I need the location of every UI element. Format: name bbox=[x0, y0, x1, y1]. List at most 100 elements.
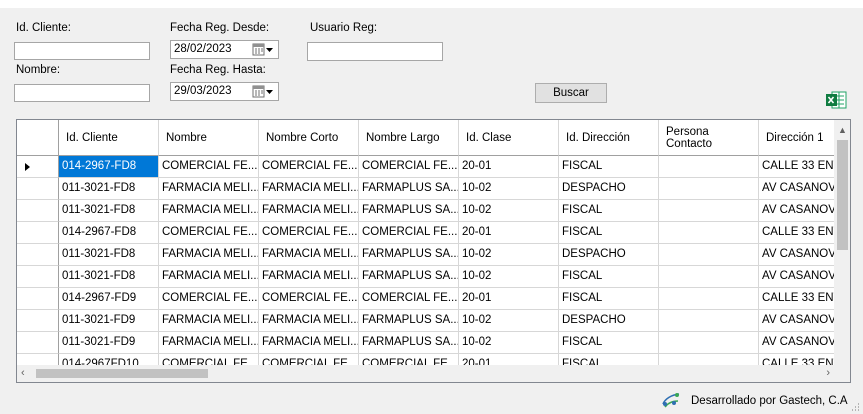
table-cell[interactable]: FARMAPLUS SA... bbox=[359, 266, 459, 288]
table-cell[interactable] bbox=[659, 178, 759, 200]
fecha-hasta-picker[interactable]: 29/03/2023 bbox=[170, 82, 279, 101]
table-cell[interactable]: FARMACIA MELI... bbox=[159, 244, 259, 266]
column-header[interactable]: Id. Dirección bbox=[559, 120, 659, 156]
table-cell[interactable]: FARMACIA MELI... bbox=[259, 178, 359, 200]
table-cell[interactable]: COMERCIAL FE... bbox=[259, 288, 359, 310]
table-row[interactable]: 011-3021-FD8 FARMACIA MELI... FARMACIA MEL… bbox=[17, 178, 850, 200]
table-row[interactable]: 011-3021-FD9 FARMACIA MELI... FARMACIA MEL… bbox=[17, 332, 850, 354]
table-cell[interactable]: 014-2967-FD8 bbox=[59, 156, 159, 178]
grid-corner-header[interactable] bbox=[17, 120, 59, 156]
table-cell[interactable]: DESPACHO bbox=[559, 310, 659, 332]
table-cell[interactable]: 011-3021-FD8 bbox=[59, 200, 159, 222]
table-cell[interactable]: DESPACHO bbox=[559, 178, 659, 200]
table-cell[interactable]: 011-3021-FD9 bbox=[59, 332, 159, 354]
row-header[interactable] bbox=[17, 156, 59, 178]
scroll-right-icon[interactable]: › bbox=[826, 367, 830, 379]
column-header[interactable]: Id. Clase bbox=[459, 120, 559, 156]
vertical-scroll-thumb[interactable] bbox=[837, 140, 848, 250]
table-cell[interactable]: 011-3021-FD8 bbox=[59, 266, 159, 288]
table-cell[interactable] bbox=[659, 156, 759, 178]
calendar-dropdown-icon[interactable] bbox=[252, 43, 274, 56]
resize-grip-icon[interactable] bbox=[848, 402, 860, 412]
calendar-dropdown-icon[interactable] bbox=[252, 85, 274, 98]
id-cliente-input[interactable] bbox=[14, 42, 150, 60]
table-cell[interactable]: FARMACIA MELI... bbox=[159, 332, 259, 354]
table-cell[interactable]: FARMAPLUS SA... bbox=[359, 244, 459, 266]
table-cell[interactable]: COMERCIAL FE... bbox=[159, 288, 259, 310]
table-cell[interactable]: FARMACIA MELI... bbox=[159, 200, 259, 222]
column-header[interactable]: Persona Contacto bbox=[659, 120, 759, 156]
row-header[interactable] bbox=[17, 310, 59, 332]
table-row[interactable]: 011-3021-FD8 FARMACIA MELI... FARMACIA MEL… bbox=[17, 266, 850, 288]
table-cell[interactable] bbox=[659, 266, 759, 288]
table-cell[interactable]: 011-3021-FD9 bbox=[59, 310, 159, 332]
table-cell[interactable]: 10-02 bbox=[459, 332, 559, 354]
table-cell[interactable]: 10-02 bbox=[459, 200, 559, 222]
usuario-input[interactable] bbox=[307, 42, 443, 61]
table-row[interactable]: 011-3021-FD9 FARMACIA MELI... FARMACIA MEL… bbox=[17, 310, 850, 332]
nombre-input[interactable] bbox=[14, 84, 150, 102]
table-cell[interactable]: FISCAL bbox=[559, 288, 659, 310]
table-cell[interactable]: COMERCIAL FE... bbox=[159, 222, 259, 244]
table-row[interactable]: 014-2967-FD9 COMERCIAL FE... COMERCIAL FE.… bbox=[17, 288, 850, 310]
table-cell[interactable]: FARMAPLUS SA... bbox=[359, 178, 459, 200]
table-cell[interactable]: COMERCIAL FE... bbox=[259, 222, 359, 244]
scroll-up-icon[interactable]: ▲ bbox=[838, 125, 847, 135]
row-header[interactable] bbox=[17, 244, 59, 266]
table-cell[interactable] bbox=[659, 332, 759, 354]
table-cell[interactable]: 10-02 bbox=[459, 244, 559, 266]
table-row[interactable]: 014-2967-FD8 COMERCIAL FE... COMERCIAL FE.… bbox=[17, 156, 850, 178]
table-cell[interactable]: 20-01 bbox=[459, 156, 559, 178]
table-cell[interactable]: 011-3021-FD8 bbox=[59, 244, 159, 266]
table-cell[interactable]: COMERCIAL FE... bbox=[359, 156, 459, 178]
table-cell[interactable]: FISCAL bbox=[559, 222, 659, 244]
row-header[interactable] bbox=[17, 178, 59, 200]
table-cell[interactable]: COMERCIAL FE... bbox=[359, 222, 459, 244]
table-cell[interactable]: 20-01 bbox=[459, 288, 559, 310]
column-header[interactable]: Nombre bbox=[159, 120, 259, 156]
row-header[interactable] bbox=[17, 222, 59, 244]
column-header[interactable]: Id. Cliente bbox=[59, 120, 159, 156]
row-header[interactable] bbox=[17, 200, 59, 222]
row-header[interactable] bbox=[17, 288, 59, 310]
table-cell[interactable]: FARMAPLUS SA... bbox=[359, 310, 459, 332]
table-cell[interactable]: COMERCIAL FE... bbox=[159, 156, 259, 178]
table-cell[interactable]: 011-3021-FD8 bbox=[59, 178, 159, 200]
table-row[interactable]: 011-3021-FD8 FARMACIA MELI... FARMACIA MEL… bbox=[17, 200, 850, 222]
table-cell[interactable]: 10-02 bbox=[459, 178, 559, 200]
table-cell[interactable]: 10-02 bbox=[459, 266, 559, 288]
row-header[interactable] bbox=[17, 332, 59, 354]
column-header[interactable]: Nombre Largo bbox=[359, 120, 459, 156]
excel-export-icon[interactable] bbox=[825, 91, 847, 109]
fecha-desde-picker[interactable]: 28/02/2023 bbox=[170, 40, 279, 59]
table-cell[interactable]: COMERCIAL FE... bbox=[259, 156, 359, 178]
table-cell[interactable]: 10-02 bbox=[459, 310, 559, 332]
horizontal-scrollbar[interactable]: ‹ › bbox=[17, 365, 834, 382]
table-cell[interactable]: 014-2967-FD8 bbox=[59, 222, 159, 244]
scroll-left-icon[interactable]: ‹ bbox=[21, 367, 25, 379]
table-cell[interactable]: FARMACIA MELI... bbox=[259, 200, 359, 222]
table-cell[interactable] bbox=[659, 288, 759, 310]
table-cell[interactable]: FARMACIA MELI... bbox=[259, 310, 359, 332]
table-row[interactable]: 011-3021-FD8 FARMACIA MELI... FARMACIA MEL… bbox=[17, 244, 850, 266]
table-cell[interactable] bbox=[659, 200, 759, 222]
table-cell[interactable]: FARMACIA MELI... bbox=[259, 332, 359, 354]
table-cell[interactable]: FISCAL bbox=[559, 156, 659, 178]
table-cell[interactable]: FARMACIA MELI... bbox=[159, 266, 259, 288]
table-cell[interactable]: FARMACIA MELI... bbox=[259, 244, 359, 266]
clientes-grid[interactable]: Id. Cliente Nombre Nombre Corto Nombre Larg… bbox=[16, 119, 851, 383]
table-cell[interactable] bbox=[659, 244, 759, 266]
buscar-button[interactable]: Buscar bbox=[535, 83, 607, 103]
table-cell[interactable]: 20-01 bbox=[459, 222, 559, 244]
table-cell[interactable]: COMERCIAL FE... bbox=[359, 288, 459, 310]
horizontal-scroll-thumb[interactable] bbox=[36, 369, 208, 378]
table-row[interactable]: 014-2967-FD8 COMERCIAL FE... COMERCIAL FE.… bbox=[17, 222, 850, 244]
table-cell[interactable]: 014-2967-FD9 bbox=[59, 288, 159, 310]
table-cell[interactable]: FARMACIA MELI... bbox=[259, 266, 359, 288]
vertical-scrollbar[interactable]: ▲ bbox=[834, 120, 850, 365]
column-header[interactable]: Nombre Corto bbox=[259, 120, 359, 156]
row-header[interactable] bbox=[17, 266, 59, 288]
table-cell[interactable]: FISCAL bbox=[559, 200, 659, 222]
table-cell[interactable]: DESPACHO bbox=[559, 244, 659, 266]
table-cell[interactable]: FISCAL bbox=[559, 266, 659, 288]
